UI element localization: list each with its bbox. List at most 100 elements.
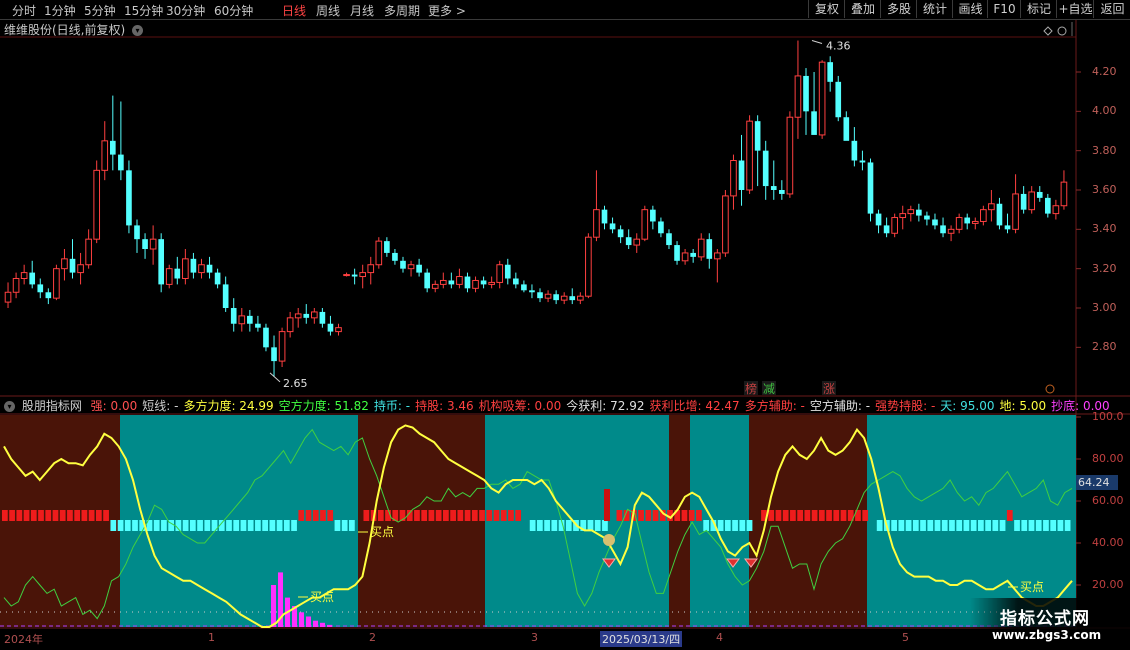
candle-body [891,217,898,234]
candle-body [867,162,874,214]
candle-body [706,239,713,259]
price-axis-label: 4.20 [1092,65,1117,78]
candle-body [544,293,552,299]
candle-body [964,217,971,224]
signal-cyan-block [117,520,124,531]
signal-cyan-block [1064,520,1071,531]
candle-body [803,75,809,112]
candle-body [738,160,745,190]
signal-red-block [38,510,44,521]
candle-body [165,268,173,285]
magenta-bar [271,585,276,627]
signal-red-block [833,510,840,521]
candle-body [899,213,907,219]
candle-body [439,279,447,285]
signal-cyan-block [999,520,1006,531]
signal-cyan-block [970,520,977,531]
candle-body [126,170,132,226]
signal-cyan-block [1057,520,1064,531]
signal-red-block [414,510,420,521]
candle-body [754,121,761,151]
signal-cyan-block [334,520,341,531]
candle-body [206,264,213,273]
signal-red-block [443,510,449,521]
signal-cyan-block [269,520,276,531]
candle-body [980,209,987,222]
signal-cyan-block [739,520,746,531]
signal-cyan-block [949,520,955,531]
indicator-param-9: 多方辅助: - [744,399,805,413]
candle-body [569,296,576,301]
indicator-param-8: 获利比增: 42.47 [649,399,740,413]
candle-body [593,209,600,238]
signal-red-block [638,510,644,521]
signal-red-block [508,510,514,521]
candle-body [247,315,253,324]
signal-cyan-block [153,520,160,531]
candle-body [472,279,479,289]
indicator-param-12: 天: 95.00 [940,399,995,413]
signal-red-block [9,510,15,521]
candle-body [779,190,785,194]
candle-body [416,264,422,273]
signal-cyan-block [132,520,138,531]
signal-red-block [45,510,52,521]
candle-body [940,225,946,234]
candle-body [488,281,495,285]
signal-cyan-block [1021,520,1028,531]
buy-label: 买点 [1020,580,1044,594]
signal-cyan-block [283,520,290,531]
indicator-param-1: 短线: - [142,399,179,413]
indicator-toggle-icon[interactable]: ▾ [4,401,15,412]
signal-red-block [790,510,796,521]
signal-red-block [811,510,818,521]
signal-red-block [59,510,66,521]
indicator-param-6: 机构吸筹: 0.00 [478,399,562,413]
signal-red-block [327,510,334,521]
candle-body [1020,193,1027,210]
signal-red-block [421,510,428,521]
signal-cyan-block [262,520,268,531]
signal-red-block [298,510,305,521]
candle-body [480,280,487,285]
signal-red-block [862,510,869,521]
candle-body [85,238,92,266]
signal-cyan-block [233,520,240,531]
candle-body [182,258,189,280]
candle-body [20,272,28,280]
candle-body [786,116,794,195]
signal-cyan-block [746,520,753,531]
candle-body [294,313,302,319]
candle-body [794,75,802,118]
high-pointer [811,40,823,45]
indicator-header: ▾ 股朋指标网 强: 0.00 短线: - 多方力度: 24.99 空方力度: 51.… [0,397,1110,414]
signal-red-block [377,510,384,521]
candle-body [311,311,318,319]
candle-body [722,195,729,254]
signal-red-block [435,510,442,521]
candle-body [496,264,504,283]
kline-chart[interactable]: 4.362.65 榜减涨买点买点买点 [0,0,1130,650]
candle-body [255,323,261,328]
signal-red-block [515,510,522,521]
magenta-bar [299,612,304,627]
signal-red-block [840,510,847,521]
price-axis-label: 3.80 [1092,143,1117,157]
indicator-name[interactable]: 股朋指标网 [22,399,82,413]
signal-cyan-block [1043,520,1049,531]
candle-body [617,229,624,238]
price-axis-label: 3.40 [1092,222,1117,236]
candle-body [875,213,882,226]
candle-body [45,292,52,299]
buy-label: 买点 [310,590,334,604]
candle-body [641,209,649,240]
candle-body [69,258,76,273]
signal-red-block [320,510,326,521]
indicator-param-5: 持股: 3.46 [415,399,474,413]
candle-body [681,252,689,262]
signal-cyan-block [905,520,912,531]
signal-red-block [500,510,507,521]
time-axis-label: 1 [208,631,215,644]
signal-red-block [782,510,789,521]
candle-body [198,264,205,274]
